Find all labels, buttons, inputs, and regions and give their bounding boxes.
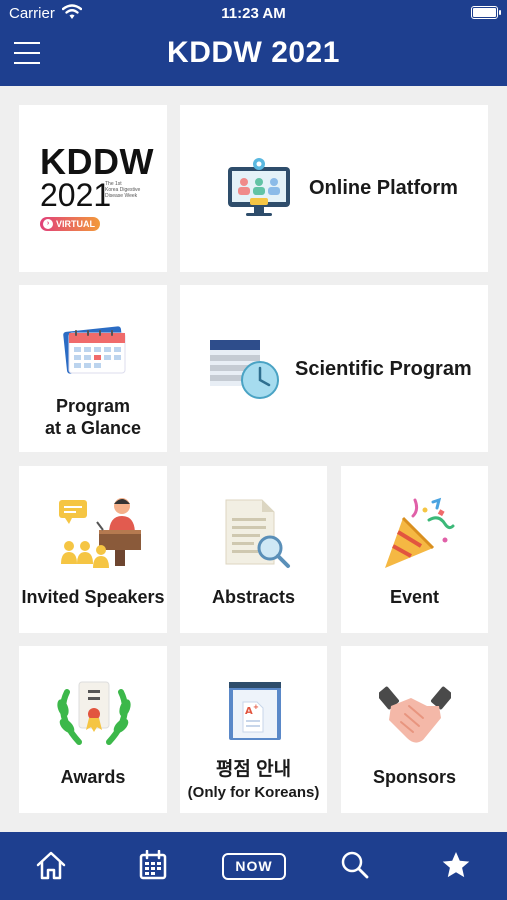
abstracts-label: Abstracts: [211, 587, 296, 607]
app-header: Carrier 11:23 AM KDDW 2021: [0, 0, 507, 86]
play-icon: ›: [43, 219, 53, 229]
scientific-program-label: Scientific Program: [295, 358, 472, 380]
speaker-icon: [59, 498, 141, 568]
sponsors-tile[interactable]: Sponsors: [341, 646, 488, 813]
status-bar: Carrier 11:23 AM: [0, 0, 507, 28]
program-at-a-glance-tile[interactable]: Program at a Glance: [19, 285, 167, 452]
search-icon[interactable]: [340, 850, 370, 880]
svg-text:+: +: [253, 703, 259, 711]
party-popper-icon: [385, 497, 455, 568]
rating-guide-label: 평점 안내 (Only for Koreans): [187, 759, 320, 801]
document-search-icon: [225, 499, 290, 568]
schedule-clock-icon: [210, 340, 279, 399]
rating-guide-tile[interactable]: A + 평점 안내 (Only for Koreans): [180, 646, 327, 813]
svg-text:A: A: [245, 706, 253, 717]
sponsors-label: Sponsors: [372, 767, 456, 787]
awards-tile[interactable]: Awards: [19, 646, 167, 813]
now-button[interactable]: NOW: [222, 853, 286, 880]
battery-icon: [471, 6, 501, 19]
logo-subtitle: The 1st Korea Digestive Disease Week: [105, 181, 141, 199]
invited-speakers-tile[interactable]: Invited Speakers: [19, 466, 167, 633]
grade-report-icon: A +: [229, 682, 281, 740]
logo-year-text: 2021: [40, 177, 112, 213]
star-icon[interactable]: [441, 850, 471, 880]
online-platform-label: Online Platform: [309, 177, 458, 199]
monitor-icon: [228, 158, 290, 216]
online-platform-tile[interactable]: Online Platform: [180, 105, 488, 272]
event-label: Event: [389, 587, 440, 607]
home-icon[interactable]: [35, 850, 67, 880]
calendar-icon[interactable]: [139, 850, 167, 880]
clock: 11:23 AM: [221, 5, 286, 22]
award-icon: [57, 681, 131, 745]
program-glance-label: Program at a Glance: [44, 396, 142, 438]
kddw-logo-tile[interactable]: KDDW 2021 The 1st Korea Digestive Diseas…: [19, 105, 167, 272]
invited-speakers-label: Invited Speakers: [21, 587, 165, 607]
handshake-icon: [379, 686, 451, 743]
abstracts-tile[interactable]: Abstracts: [180, 466, 327, 633]
awards-label: Awards: [60, 767, 126, 787]
scientific-program-tile[interactable]: Scientific Program: [180, 285, 488, 452]
page-title: KDDW 2021: [167, 36, 340, 69]
virtual-badge: › VIRTUAL: [40, 217, 100, 231]
calendar-icon: [63, 326, 126, 374]
event-tile[interactable]: Event: [341, 466, 488, 633]
